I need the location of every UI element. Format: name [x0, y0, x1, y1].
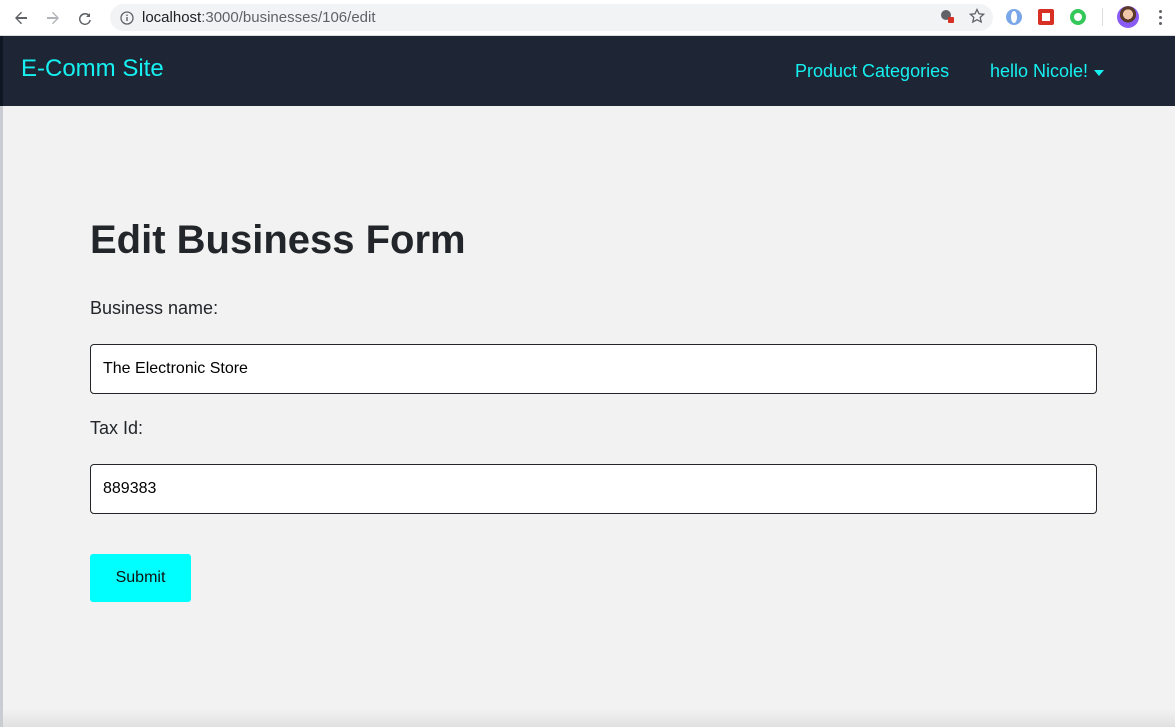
product-categories-link[interactable]: Product Categories [795, 61, 949, 82]
extension-blue-icon[interactable] [1004, 7, 1024, 27]
user-menu-dropdown[interactable]: hello Nicole! [990, 61, 1105, 82]
site-info-icon[interactable] [120, 10, 134, 25]
toolbar-separator [1102, 8, 1103, 26]
tax-id-input[interactable] [90, 464, 1097, 514]
extension-red-icon[interactable] [1036, 7, 1056, 27]
profile-avatar[interactable] [1117, 6, 1139, 28]
extensions-area [1004, 6, 1162, 28]
brand-link[interactable]: E-Comm Site [21, 55, 164, 83]
back-arrow-icon[interactable] [10, 7, 32, 29]
caret-down-icon [1094, 69, 1105, 76]
url-text: localhost:3000/businesses/106/edit [142, 9, 376, 26]
forward-arrow-icon[interactable] [42, 7, 64, 29]
app-navbar: E-Comm Site Product Categories hello Nic… [0, 36, 1175, 106]
tax-id-label: Tax Id: [90, 418, 144, 438]
browser-menu-icon[interactable] [1159, 9, 1162, 25]
url-host: localhost [142, 9, 202, 26]
extension-green-icon[interactable] [1068, 7, 1088, 27]
business-name-input[interactable] [90, 344, 1097, 394]
main-content: Edit Business Form Business name: Tax Id… [0, 106, 1175, 727]
address-bar[interactable]: localhost:3000/businesses/106/edit [110, 4, 993, 31]
omnibox-actions [939, 7, 986, 29]
user-menu-label: hello Nicole! [990, 61, 1089, 81]
bookmark-star-icon[interactable] [968, 7, 986, 29]
page-title: Edit Business Form [90, 218, 466, 262]
bottom-shadow [3, 709, 1175, 727]
business-name-label: Business name: [90, 298, 219, 318]
browser-toolbar: localhost:3000/businesses/106/edit [0, 0, 1175, 36]
reload-icon[interactable] [74, 7, 96, 29]
translate-blocked-icon[interactable] [939, 8, 955, 29]
url-path: :3000/businesses/106/edit [201, 9, 376, 26]
submit-button[interactable]: Submit [90, 554, 191, 602]
